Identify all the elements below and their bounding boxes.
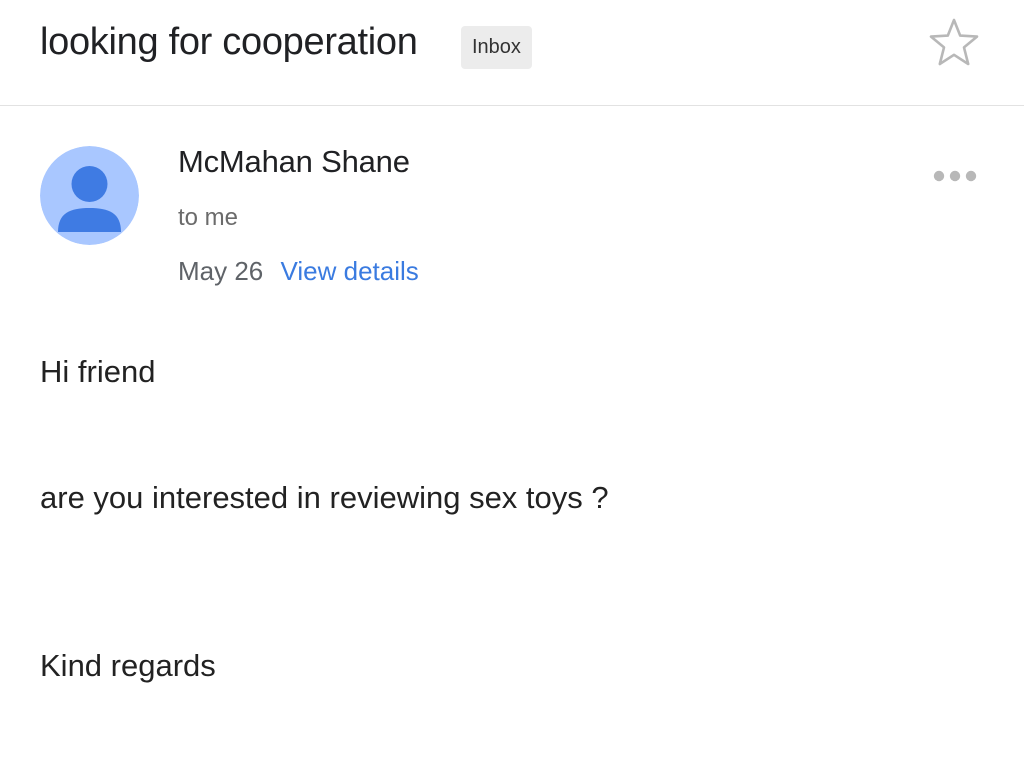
email-body-message: are you interested in reviewing sex toys… [40, 480, 609, 515]
view-details-link[interactable]: View details [281, 256, 419, 286]
star-icon[interactable] [928, 16, 980, 68]
sender-name[interactable]: McMahan Shane [178, 143, 410, 181]
recipient-line: to me [178, 204, 239, 231]
sender-avatar[interactable] [40, 146, 139, 245]
date-row: May 26 View details [178, 255, 419, 287]
email-header: looking for cooperation Inbox [0, 0, 1024, 106]
email-subject: looking for cooperation [40, 21, 418, 63]
more-options-icon[interactable] [930, 164, 980, 188]
email-body-signoff: Kind regards [40, 648, 216, 683]
person-icon [40, 146, 139, 245]
email-body-greeting: Hi friend [40, 354, 156, 389]
inbox-label-chip[interactable]: Inbox [461, 26, 532, 69]
email-date: May 26 [178, 256, 264, 286]
